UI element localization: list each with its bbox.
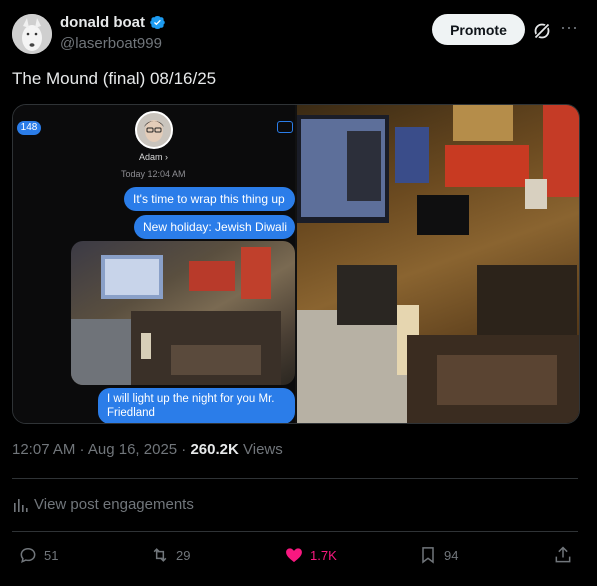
repost-button[interactable]: 29 (150, 545, 190, 565)
analytics-icon (14, 498, 28, 512)
reply-count: 51 (44, 547, 59, 563)
verified-badge-icon (150, 16, 165, 29)
message-bubble: It's time to wrap this thing up (124, 187, 295, 211)
divider (12, 531, 578, 532)
view-engagements-label: View post engagements (34, 496, 194, 513)
message-bubble: New holiday: Jewish Diwali (134, 215, 295, 239)
author-avatar[interactable] (12, 14, 52, 54)
like-count: 1.7K (310, 547, 337, 563)
unread-badge: 148 (17, 121, 41, 135)
room-photo-thumbnail (71, 241, 295, 385)
heart-icon (286, 548, 302, 563)
views-label: Views (238, 441, 283, 458)
tweet-text: The Mound (final) 08/16/25 (12, 69, 217, 88)
view-engagements-link[interactable]: View post engagements (12, 496, 194, 513)
bookmark-count: 94 (444, 547, 459, 563)
room-photo-image[interactable] (297, 105, 579, 423)
timestamp[interactable]: 12:07 AM · Aug 16, 2025 · (12, 441, 190, 458)
author-name-row[interactable]: donald boat (60, 14, 166, 31)
divider (12, 478, 578, 479)
repost-count: 29 (176, 547, 191, 563)
like-button[interactable]: 1.7K (284, 545, 337, 565)
share-button[interactable] (553, 545, 573, 565)
bookmark-button[interactable]: 94 (418, 545, 458, 565)
video-call-icon (277, 121, 293, 133)
contact-avatar (135, 111, 173, 149)
reply-icon (20, 547, 36, 563)
contact-name: Adam › (139, 152, 169, 162)
author-name[interactable]: donald boat (60, 14, 145, 31)
author-handle[interactable]: @laserboat999 (60, 35, 162, 52)
grok-icon[interactable] (532, 21, 552, 41)
promote-button[interactable]: Promote (432, 14, 525, 45)
tweet-meta: 12:07 AM · Aug 16, 2025 · 260.2K Views (12, 441, 283, 458)
share-icon (555, 546, 571, 563)
more-options-icon[interactable]: ··· (558, 18, 580, 38)
message-timestamp: Today 12:04 AM (121, 169, 186, 179)
message-bubble: I will light up the night for you Mr. Fr… (98, 388, 295, 423)
message-screenshot-image[interactable]: 148 Adam › Today 12:04 AM It's time to w… (13, 105, 295, 423)
reply-button[interactable]: 51 (18, 545, 58, 565)
bookmark-icon (422, 547, 434, 564)
views-count: 260.2K (190, 441, 239, 458)
repost-icon (153, 548, 167, 562)
tweet-media[interactable]: 148 Adam › Today 12:04 AM It's time to w… (12, 104, 580, 424)
